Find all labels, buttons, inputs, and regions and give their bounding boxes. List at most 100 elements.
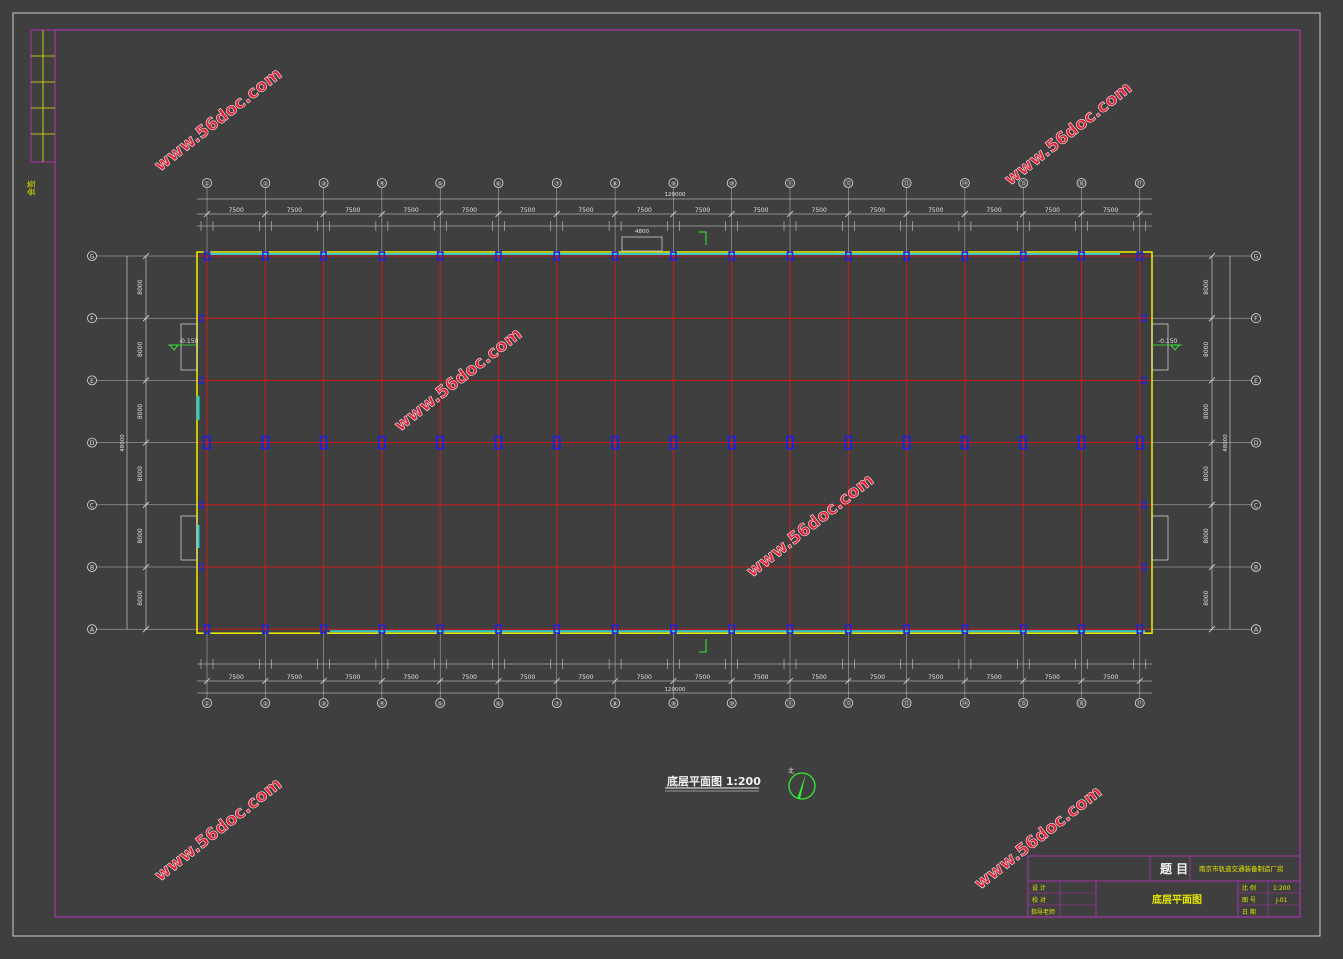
dim-text-bay: 7500 <box>870 207 885 214</box>
dim-text-bay: 7500 <box>928 207 943 214</box>
dim-text-pitch: 8000 <box>1203 404 1210 419</box>
axis-bubble-label: G <box>1254 254 1259 261</box>
dim-text-pitch: 8000 <box>137 590 144 605</box>
dim-text-pitch: 8000 <box>1203 528 1210 543</box>
axis-bubble-label: ⑭ <box>962 700 968 708</box>
axis-bubble-label: ⑦ <box>554 181 560 188</box>
watermark-text: www.56doc.com <box>151 774 286 886</box>
row-left-2: 指导老师 <box>1031 908 1055 916</box>
axis-bubble-label: C <box>90 502 94 509</box>
dim-text-bay: 7500 <box>578 674 593 681</box>
dim-text-bay: 7500 <box>812 207 827 214</box>
building-walls <box>196 236 1153 635</box>
axis-bubble-label: E <box>90 378 94 385</box>
dim-text-bay: 7500 <box>578 207 593 214</box>
drawing-caption: 底层平面图 1:200 <box>667 774 761 788</box>
row-right-2: 日 期 <box>1242 908 1256 916</box>
axis-bubble-label: ⑯ <box>1078 700 1084 708</box>
dim-text-bay: 7500 <box>462 207 477 214</box>
axis-bubble-label: ⑧ <box>612 181 617 188</box>
dim-text-pitch: 8000 <box>1203 341 1210 356</box>
dim-text-bay: 7500 <box>1103 674 1118 681</box>
row-left-1: 校 对 <box>1032 896 1046 904</box>
axis-bubble-label: ⑩ <box>729 181 734 188</box>
binding-strip: 会签 <box>26 29 56 196</box>
dim-text-bay: 7500 <box>403 674 418 681</box>
level-marker-right: -0.150 <box>1152 338 1182 351</box>
axis-bubble-label: ⑰ <box>1137 700 1143 708</box>
dim-text-bay: 7500 <box>637 674 652 681</box>
axis-bubble-label: F <box>1254 316 1258 323</box>
dim-text-overall-bottom: 120000 <box>665 687 686 693</box>
axis-bubble-label: ⑨ <box>671 181 676 188</box>
axis-bubble-label: C <box>1254 502 1258 509</box>
dim-text-pitch: 8000 <box>1203 466 1210 481</box>
dim-text-bay: 7500 <box>695 207 710 214</box>
watermark-text: www.56doc.com <box>1001 78 1136 190</box>
side-door-right-1 <box>1151 515 1169 561</box>
axis-bubble-label: ④ <box>379 181 384 188</box>
outer-frame <box>12 12 1321 937</box>
axis-bubble-label: D <box>90 440 95 447</box>
axis-bubble-label: A <box>90 627 95 634</box>
axis-bubble-label: B <box>90 565 94 572</box>
dim-text-pitch: 8000 <box>137 528 144 543</box>
section-mark-top <box>699 231 707 245</box>
project-name: 南京市轨道交通装备制造厂房 <box>1199 864 1284 873</box>
level-marker-left: -0.150 <box>168 338 199 351</box>
axis-bubble-label: ⑫ <box>845 180 851 188</box>
axis-bubble-label: ⑤ <box>438 701 443 708</box>
axis-bubble-label: D <box>1254 440 1259 447</box>
dim-text-bay: 7500 <box>345 674 360 681</box>
dim-text-bay: 7500 <box>229 674 244 681</box>
axis-bubble-label: ⑬ <box>904 180 910 188</box>
row-right-0: 比 例 <box>1242 884 1256 892</box>
dim-text-bay: 7500 <box>287 674 302 681</box>
north-arrow: 北 <box>788 767 816 800</box>
dim-text-bay: 7500 <box>345 207 360 214</box>
axis-bubble-label: ⑥ <box>496 701 501 708</box>
axis-bubble-label: ⑪ <box>787 700 793 708</box>
dim-text-bay: 7500 <box>520 674 535 681</box>
axis-bubble-label: ⑦ <box>554 701 560 708</box>
dim-text-bay: 7500 <box>229 207 244 214</box>
axis-bubble-label: ⑧ <box>612 701 617 708</box>
dim-text-pitch: 8000 <box>137 404 144 419</box>
row-left-0: 设 计 <box>1032 884 1046 892</box>
dim-text-bay: 7500 <box>986 207 1001 214</box>
axis-bubble-label: ⑤ <box>438 181 443 188</box>
axis-bubble-label: A <box>1254 627 1259 634</box>
dim-text-bay: 7500 <box>986 674 1001 681</box>
level-right-text: -0.150 <box>1158 338 1178 345</box>
axis-bubble-label: ⑮ <box>1020 700 1026 708</box>
side-door-left-0 <box>180 323 198 371</box>
axis-bubble-label: ① <box>204 181 209 188</box>
axis-bubble-label: ⑫ <box>845 700 851 708</box>
axis-bubble-label: ⑰ <box>1137 180 1143 188</box>
dim-text-bay: 7500 <box>287 207 302 214</box>
axis-bubble-label: G <box>90 254 95 261</box>
title-block: 题 目 南京市轨道交通装备制造厂房 底层平面图 设 计 校 对 指导老师 比 例… <box>1027 855 1301 918</box>
dim-text-bay: 7500 <box>1045 674 1060 681</box>
watermark-text: www.56doc.com <box>151 64 286 176</box>
axis-bubble-label: ② <box>263 181 269 188</box>
axis-bubble-label: ② <box>263 701 269 708</box>
axis-bubble-label: ⑭ <box>962 180 968 188</box>
axis-bubble-label: ① <box>204 701 209 708</box>
dim-text-bay: 7500 <box>695 674 710 681</box>
axis-bubble-label: ④ <box>379 701 384 708</box>
axis-bubble-label: ⑨ <box>671 701 676 708</box>
axis-bubble-label: ⑪ <box>787 180 793 188</box>
sheet-name: 底层平面图 <box>1152 893 1202 906</box>
binding-strip-label: 会签 <box>26 180 36 196</box>
title-label: 题 目 <box>1160 862 1188 876</box>
row-right-1: 图 号 <box>1242 897 1256 904</box>
dim-text-bay: 7500 <box>1103 207 1118 214</box>
dim-text-pitch: 8000 <box>137 341 144 356</box>
axis-bubble-label: E <box>1254 378 1258 385</box>
axis-bubble-label: ⑥ <box>496 181 501 188</box>
section-mark-bottom <box>699 639 707 653</box>
level-left-text: -0.150 <box>179 338 199 345</box>
watermarks: www.56doc.com www.56doc.com www.56doc.com w… <box>151 64 1137 894</box>
dim-text-pitch: 8000 <box>1203 590 1210 605</box>
